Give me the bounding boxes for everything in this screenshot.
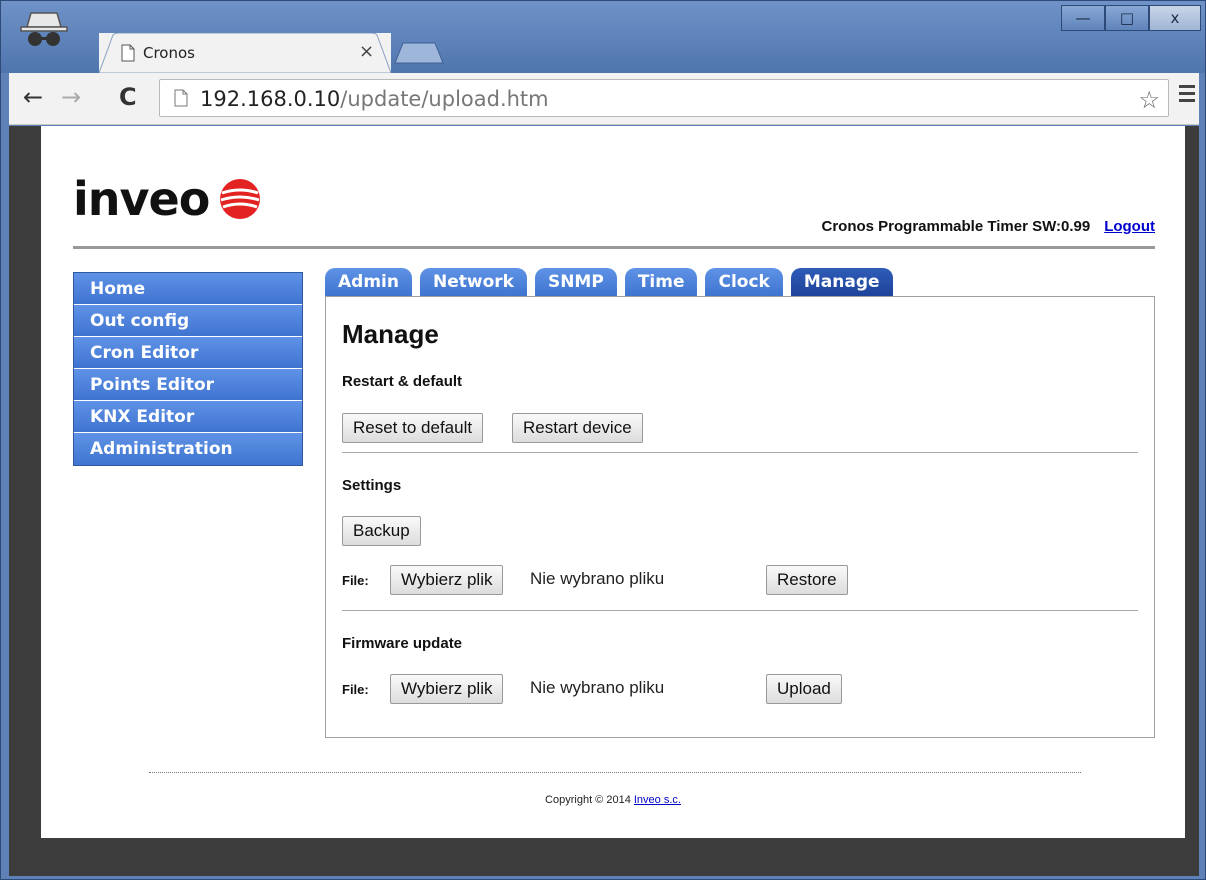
page-title: Manage xyxy=(342,319,439,349)
tab-close-icon[interactable]: × xyxy=(359,41,374,62)
logo-text: inveo xyxy=(73,172,210,226)
firmware-file-label: File: xyxy=(342,682,369,697)
sidebar-item-points-editor[interactable]: Points Editor xyxy=(74,369,302,401)
inveo-logo: inveo xyxy=(73,172,261,226)
close-window-button[interactable]: x xyxy=(1149,5,1201,31)
restore-choose-file-button[interactable]: Wybierz plik xyxy=(390,565,504,595)
tab-admin[interactable]: Admin xyxy=(325,268,412,296)
reload-icon[interactable]: C xyxy=(119,85,137,109)
sidebar-item-cron-editor[interactable]: Cron Editor xyxy=(74,337,302,369)
title-bar: Cronos × — □ x xyxy=(1,1,1205,73)
manage-panel: Manage Restart & default Reset to defaul… xyxy=(325,296,1155,738)
sidebar-menu: Home Out config Cron Editor Points Edito… xyxy=(73,272,303,466)
device-info: Cronos Programmable Timer SW:0.99 Logout xyxy=(821,218,1155,235)
upload-button[interactable]: Upload xyxy=(766,674,842,704)
firmware-choose-file-button[interactable]: Wybierz plik xyxy=(390,674,504,704)
incognito-icon xyxy=(20,12,68,46)
url-host: 192.168.0.10 xyxy=(200,87,341,111)
browser-window: Cronos × — □ x ← → C 192.168.0.10/update… xyxy=(0,0,1206,880)
tab-manage[interactable]: Manage xyxy=(790,268,893,296)
firmware-section-title: Firmware update xyxy=(342,635,463,652)
new-tab-button[interactable] xyxy=(393,41,445,65)
restore-file-status: Nie wybrano pliku xyxy=(530,569,665,588)
tab-snmp[interactable]: SNMP xyxy=(534,268,617,296)
restart-section-title: Restart & default xyxy=(342,373,463,390)
maximize-button[interactable]: □ xyxy=(1105,5,1149,31)
sidebar-item-out-config[interactable]: Out config xyxy=(74,305,302,337)
browser-tab[interactable]: Cronos × xyxy=(99,33,391,73)
sidebar-item-administration[interactable]: Administration xyxy=(74,433,302,465)
address-bar[interactable]: 192.168.0.10/update/upload.htm ☆ xyxy=(159,79,1169,117)
backup-button[interactable]: Backup xyxy=(342,516,421,546)
copyright-text: Copyright © 2014 xyxy=(545,794,631,806)
sidebar-item-knx-editor[interactable]: KNX Editor xyxy=(74,401,302,433)
footer: Copyright © 2014 Inveo s.c. xyxy=(41,794,1185,806)
browser-menu-icon[interactable] xyxy=(1179,85,1195,103)
back-arrow-icon[interactable]: ← xyxy=(23,85,43,109)
section-divider xyxy=(342,452,1138,453)
restart-device-button[interactable]: Restart device xyxy=(512,413,643,443)
minimize-button[interactable]: — xyxy=(1061,5,1105,31)
header-divider xyxy=(73,246,1155,249)
window-controls: — □ x xyxy=(1061,5,1201,31)
restore-file-label: File: xyxy=(342,573,369,588)
url-text: 192.168.0.10/update/upload.htm xyxy=(200,87,549,111)
tab-clock[interactable]: Clock xyxy=(705,268,783,296)
tab-time[interactable]: Time xyxy=(624,268,698,296)
web-page: inveo Cronos Programmable Timer SW:0.99 L… xyxy=(41,126,1185,838)
sidebar-item-home[interactable]: Home xyxy=(74,273,302,305)
tab-title: Cronos xyxy=(143,44,195,62)
url-path: /update/upload.htm xyxy=(340,87,549,111)
logout-link[interactable]: Logout xyxy=(1104,218,1155,235)
restore-button[interactable]: Restore xyxy=(766,565,848,595)
settings-section-title: Settings xyxy=(342,477,402,494)
section-divider xyxy=(342,610,1138,611)
tab-network[interactable]: Network xyxy=(419,268,527,296)
reset-to-default-button[interactable]: Reset to default xyxy=(342,413,484,443)
device-title: Cronos Programmable Timer SW:0.99 xyxy=(821,218,1091,235)
page-icon xyxy=(174,89,188,107)
bookmark-star-icon[interactable]: ☆ xyxy=(1138,86,1160,115)
browser-toolbar: ← → C 192.168.0.10/update/upload.htm ☆ xyxy=(9,73,1199,125)
footer-divider xyxy=(149,772,1081,773)
page-viewport: inveo Cronos Programmable Timer SW:0.99 L… xyxy=(9,126,1199,876)
forward-arrow-icon[interactable]: → xyxy=(61,85,81,109)
settings-tabs: Admin Network SNMP Time Clock Manage xyxy=(325,268,901,296)
firmware-file-status: Nie wybrano pliku xyxy=(530,678,665,697)
page-icon xyxy=(121,44,135,62)
company-link[interactable]: Inveo s.c. xyxy=(634,794,681,806)
logo-globe-icon xyxy=(220,179,261,219)
